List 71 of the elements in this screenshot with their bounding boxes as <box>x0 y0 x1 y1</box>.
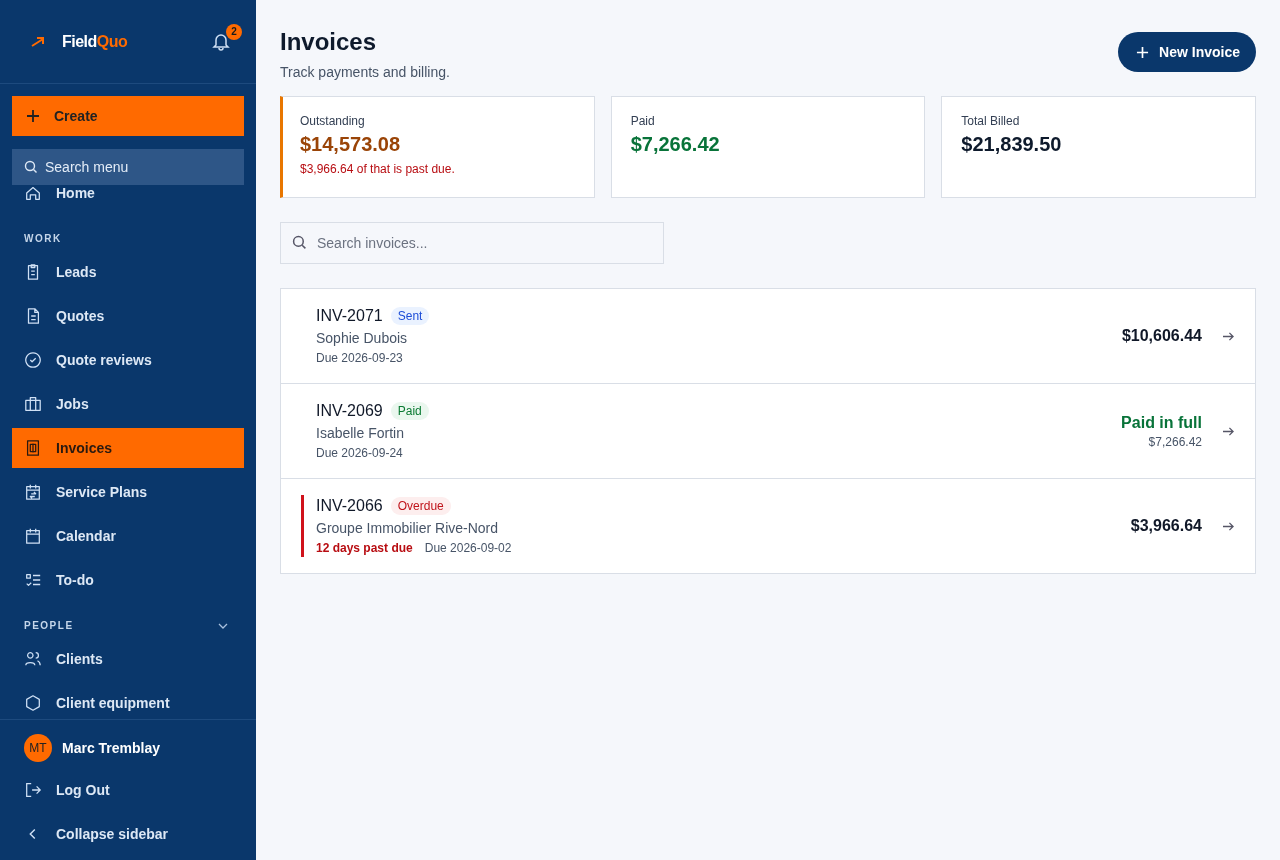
client-name: Groupe Immobilier Rive-Nord <box>316 520 500 536</box>
stat-value: $21,839.50 <box>961 133 1063 156</box>
invoice-row[interactable]: INV-2066 Overdue Groupe Immobilier Rive-Nord 12 days past due Due 2026-09-02 $3,966.64 <box>281 479 1255 573</box>
page-title: Invoices <box>280 28 378 56</box>
arrow-right-icon <box>1222 425 1235 437</box>
chevron-icon[interactable] <box>218 622 228 629</box>
arrow-right-icon <box>1222 330 1235 342</box>
invoice-row[interactable]: INV-2071 Sent Sophie Dubois Due 2026-09-23 $10,606.44 <box>281 289 1255 384</box>
nav-icon <box>24 351 42 369</box>
past-due-text: 12 days past due <box>316 541 413 555</box>
nav-item[interactable]: Jobs <box>12 384 244 424</box>
new-invoice-button[interactable]: New Invoice <box>1118 32 1256 72</box>
nav-item[interactable]: Quote reviews <box>12 340 244 380</box>
brand-name: FieldQuo <box>62 32 128 51</box>
due-date: Due 2026-09-23 <box>316 351 403 365</box>
plus-icon <box>26 109 40 123</box>
invoice-row[interactable]: INV-2069 Paid Isabelle Fortin Due 2026-09-24 Paid in full $7,266.42 <box>281 384 1255 479</box>
nav-section-heading: PEOPLE <box>24 620 74 631</box>
client-name: Isabelle Fortin <box>316 425 405 441</box>
user-name: Marc Tremblay <box>62 740 161 756</box>
status-badge: Sent <box>390 307 430 325</box>
nav-icon <box>24 527 42 545</box>
nav-item[interactable]: Service Plans <box>12 472 244 512</box>
menu-search-field[interactable]: Search menu <box>12 149 244 185</box>
status-badge: Overdue <box>390 497 451 515</box>
nav-item[interactable]: Client equipment <box>12 683 244 719</box>
invoice-amount: Paid in full <box>1121 413 1202 432</box>
create-button[interactable]: Create <box>12 96 244 136</box>
nav-item[interactable]: Leads <box>12 252 244 292</box>
stat-label: Paid <box>630 114 656 128</box>
logout-icon <box>24 781 42 799</box>
nav-item[interactable]: Quotes <box>12 296 244 336</box>
nav-icon <box>24 694 42 712</box>
invoice-amount: $3,966.64 <box>1130 517 1202 535</box>
nav-item[interactable]: Calendar <box>12 516 244 556</box>
stat-note: $3,966.64 of that is past due. <box>300 162 456 176</box>
status-badge: Paid <box>390 402 429 420</box>
invoice-number: INV-2071 <box>316 307 383 325</box>
invoice-search-field[interactable]: Search invoices... <box>280 222 664 264</box>
nav-item[interactable]: To-do <box>12 560 244 600</box>
logout-link[interactable]: Log Out <box>12 770 244 810</box>
nav-icon <box>24 571 42 589</box>
paid-amount: $7,266.42 <box>1148 434 1202 449</box>
nav-item[interactable]: Clients <box>12 639 244 679</box>
search-icon <box>24 160 38 174</box>
stat-label: Outstanding <box>300 114 366 128</box>
stat-label: Total Billed <box>961 114 1021 128</box>
user-avatar: MT <box>24 734 52 762</box>
collapse-sidebar-button[interactable]: Collapse sidebar <box>12 814 244 854</box>
stat-value: $7,266.42 <box>630 133 721 156</box>
client-name: Sophie Dubois <box>316 330 409 346</box>
nav-icon <box>24 184 42 202</box>
invoice-amount: $10,606.44 <box>1121 327 1202 345</box>
arrow-right-icon <box>1222 520 1235 532</box>
invoice-number: INV-2066 <box>316 497 383 515</box>
nav-item[interactable]: Invoices <box>12 428 244 468</box>
nav-icon <box>24 439 42 457</box>
due-date: Due 2026-09-24 <box>316 446 403 460</box>
nav-icon <box>24 395 42 413</box>
due-date: Due 2026-09-02 <box>424 541 512 555</box>
search-icon <box>292 235 307 250</box>
nav-icon <box>24 650 42 668</box>
plus-icon <box>1136 45 1150 59</box>
overdue-bar <box>301 495 304 557</box>
invoice-number: INV-2069 <box>316 402 383 420</box>
logo-arrow-icon <box>30 35 46 48</box>
nav-icon <box>24 483 42 501</box>
stat-value: $14,573.08 <box>300 133 402 156</box>
page-subtitle: Track payments and billing. <box>280 64 450 80</box>
nav-section-heading: WORK <box>24 233 62 244</box>
notification-count: 2 <box>226 23 242 40</box>
